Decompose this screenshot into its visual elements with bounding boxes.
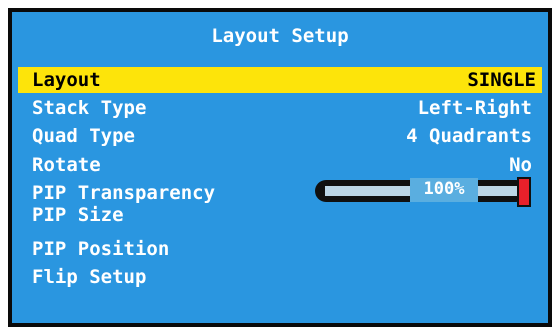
slider-knob[interactable] [517,177,531,207]
menu-item-rotate[interactable]: Rotate No [18,152,542,178]
menu-item-pip-size[interactable]: PIP Size [18,202,542,228]
layout-setup-menu: Layout Setup Layout SINGLE Stack Type Le… [8,8,552,327]
menu-item-label: Rotate [32,154,101,176]
menu-item-flip-setup[interactable]: Flip Setup [18,264,542,290]
menu-item-value: Left-Right [417,97,532,119]
menu-item-label: Flip Setup [32,266,147,288]
menu-item-layout[interactable]: Layout SINGLE [18,67,542,93]
menu-item-label: Stack Type [32,97,147,119]
menu-item-label: Layout [32,69,101,91]
menu-item-label: Quad Type [32,125,135,147]
menu-item-value: No [509,154,532,176]
menu-item-label: PIP Position [32,238,170,260]
menu-item-pip-position[interactable]: PIP Position [18,236,542,262]
menu-item-value: SINGLE [467,69,536,91]
slider-percent-label: 100% [410,178,478,202]
pip-transparency-slider[interactable]: 100% [315,177,535,207]
menu-item-value: 4 Quadrants [406,125,532,147]
menu-title: Layout Setup [211,25,349,47]
menu-item-quad-type[interactable]: Quad Type 4 Quadrants [18,123,542,149]
menu-item-stack-type[interactable]: Stack Type Left-Right [18,95,542,121]
menu-item-label: PIP Size [32,204,124,226]
